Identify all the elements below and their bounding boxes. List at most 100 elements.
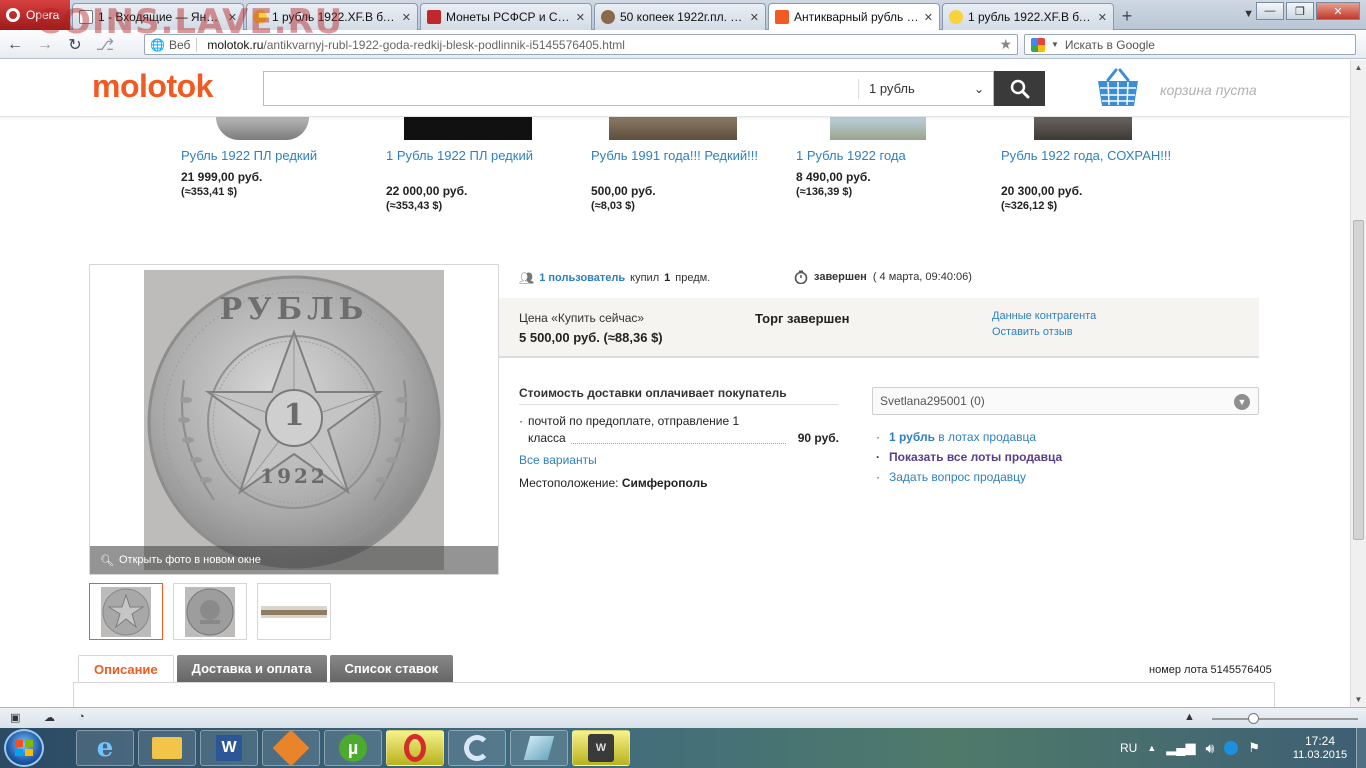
tray-expand-icon[interactable]: ▲ <box>1147 743 1156 753</box>
taskbar-clock[interactable]: 17:24 11.03.2015 <box>1290 734 1350 762</box>
related-item-image[interactable] <box>830 117 926 140</box>
tab-delivery-payment[interactable]: Доставка и оплата <box>176 655 327 682</box>
minimize-icon[interactable]: — <box>1256 2 1284 20</box>
chevron-down-icon[interactable]: ▼ <box>1234 394 1250 410</box>
browser-nav-bar: ← → ↻ ⎇ 🌐 Веб molotok.ru/antikvarnyj-rub… <box>0 31 1366 59</box>
maximize-icon[interactable]: ❐ <box>1286 2 1314 20</box>
panel-toggle-icon[interactable]: ▣ <box>10 711 24 725</box>
start-button[interactable] <box>4 729 44 767</box>
related-item-title[interactable]: 1 Рубль 1922 года <box>796 149 981 163</box>
search-engine-chevron-icon[interactable]: ▼ <box>1051 40 1059 49</box>
coin-photo[interactable]: РУБЛЬ 1 1922 <box>144 270 444 570</box>
smiley-icon <box>253 10 267 24</box>
search-category-select[interactable]: 1 рубль ⌄ <box>858 79 992 99</box>
power-icon[interactable] <box>1224 741 1239 755</box>
show-desktop-button[interactable] <box>1356 728 1366 768</box>
show-all-seller-lots-link[interactable]: Показать все лоты продавца <box>876 447 1062 467</box>
tab-list-chevron-icon[interactable]: ▼ <box>1243 8 1254 20</box>
close-tab-icon[interactable]: ✕ <box>1098 11 1107 24</box>
opera-menu-button[interactable]: Opera <box>0 0 70 30</box>
new-tab-button[interactable]: + <box>1116 3 1138 30</box>
action-center-icon[interactable]: ⚑ <box>1248 740 1260 756</box>
related-item-title[interactable]: Рубль 1922 года, СОХРАН!!! <box>1001 149 1186 163</box>
opera-icon <box>404 734 426 762</box>
taskbar-world-of-tanks[interactable]: W <box>572 730 630 766</box>
volume-icon[interactable]: 🔊︎ <box>1205 740 1214 757</box>
scrollbar-thumb[interactable] <box>1353 220 1364 540</box>
site-search-input[interactable]: 1 рубль ⌄ <box>263 71 994 106</box>
zoom-up-icon[interactable]: ▲ <box>1184 711 1198 725</box>
auction-status: завершен ( 4 марта, 09:40:06) <box>794 270 972 284</box>
window-close-icon[interactable]: ✕ <box>1316 2 1360 20</box>
back-icon[interactable]: ← <box>0 33 30 57</box>
close-tab-icon[interactable]: ✕ <box>576 11 585 24</box>
buyers-unit: предм. <box>675 272 711 284</box>
taskbar-explorer[interactable] <box>138 730 196 766</box>
key-icon[interactable]: ⎇ <box>90 33 120 57</box>
related-item-title[interactable]: 1 Рубль 1922 ПЛ редкий <box>386 149 571 163</box>
tab-description[interactable]: Описание <box>78 655 174 682</box>
taskbar-app-eye[interactable] <box>262 729 320 767</box>
basket-icon[interactable] <box>1096 68 1140 108</box>
browser-tab-4[interactable]: Антикварный рубль 1... ✕ <box>768 3 940 30</box>
open-photo-new-window[interactable]: 🔍︎ Открыть фото в новом окне <box>90 546 498 574</box>
scroll-up-icon[interactable]: ▲ <box>1351 60 1366 75</box>
thumbnail-3[interactable] <box>257 583 331 640</box>
main-photo[interactable]: РУБЛЬ 1 1922 🔍︎ Открыть фото в новом окн… <box>89 264 499 575</box>
related-item-image[interactable] <box>404 117 532 140</box>
related-item-image[interactable] <box>216 117 309 140</box>
site-search-button[interactable] <box>994 71 1045 106</box>
thumbnail-1[interactable] <box>89 583 163 640</box>
related-item-title[interactable]: Рубль 1922 ПЛ редкий <box>181 149 366 163</box>
zoom-slider[interactable] <box>1212 713 1358 724</box>
language-indicator[interactable]: RU <box>1120 741 1137 755</box>
browser-tab-1[interactable]: 1 рубль 1922.XF.В бле... ✕ <box>246 3 418 30</box>
related-item-title[interactable]: Рубль 1991 года!!! Редкий!!! <box>591 149 776 163</box>
taskbar-word[interactable]: W <box>200 730 258 766</box>
all-shipping-variants-link[interactable]: Все варианты <box>519 453 839 467</box>
close-tab-icon[interactable]: ✕ <box>228 11 237 24</box>
speed-dial-icon[interactable]: ◔ <box>78 711 92 725</box>
related-item-image[interactable] <box>1034 117 1132 140</box>
coin-denomination-text: РУБЛЬ <box>219 292 369 327</box>
tab-title: 1 рубль 1922.XF.В бле... <box>968 10 1093 24</box>
browser-tab-5[interactable]: 1 рубль 1922.XF.В бле... ✕ <box>942 3 1114 30</box>
related-item-usd: (≈136,39 $) <box>796 186 853 198</box>
reload-icon[interactable]: ↻ <box>60 33 90 57</box>
bookmark-star-icon[interactable]: ★ <box>999 36 1012 53</box>
buyers-count-link[interactable]: 1 пользователь <box>539 272 625 284</box>
forward-icon[interactable]: → <box>30 33 60 57</box>
browser-tab-0[interactable]: 1 - Входящие — Яндекс... ✕ <box>72 3 244 30</box>
shipping-method: почтой по предоплате, отправление 1 клас… <box>528 414 740 445</box>
zoom-slider-knob[interactable] <box>1248 713 1259 724</box>
google-search-field[interactable]: ▼ Искать в Google <box>1024 34 1356 55</box>
cloud-icon[interactable]: ☁ <box>44 711 58 725</box>
thumbnail-2[interactable] <box>173 583 247 640</box>
tab-bid-list[interactable]: Список ставок <box>329 655 454 682</box>
ask-seller-link[interactable]: Задать вопрос продавцу <box>876 467 1062 487</box>
network-signal-icon[interactable]: ▂▄▆ <box>1166 740 1195 756</box>
leave-feedback-link[interactable]: Оставить отзыв <box>992 326 1073 338</box>
related-item-image[interactable] <box>609 117 737 140</box>
taskbar-opera[interactable] <box>386 730 444 766</box>
browser-tab-3[interactable]: 50 копеек 1922г.пл. / ... ✕ <box>594 3 766 30</box>
taskbar-utorrent[interactable]: µ <box>324 730 382 766</box>
close-tab-icon[interactable]: ✕ <box>750 11 759 24</box>
address-bar[interactable]: 🌐 Веб molotok.ru/antikvarnyj-rubl-1922-g… <box>144 34 1018 55</box>
eye-app-icon <box>272 729 310 767</box>
seller-lots-search-link[interactable]: 1 рубль в лотах продавца <box>876 427 1062 447</box>
shipping-cost: 90 руб. <box>797 431 839 445</box>
taskbar-app-glass[interactable] <box>510 730 568 766</box>
close-tab-icon[interactable]: ✕ <box>402 11 411 24</box>
close-tab-icon[interactable]: ✕ <box>924 11 933 24</box>
scroll-down-icon[interactable]: ▼ <box>1351 692 1366 707</box>
seller-dropdown[interactable]: Svetlana295001 (0) ▼ <box>872 387 1259 415</box>
counterparty-data-link[interactable]: Данные контрагента <box>992 310 1096 322</box>
page-scrollbar[interactable]: ▲ ▼ <box>1350 60 1366 707</box>
browser-tab-2[interactable]: Монеты РСФСР и СС... ✕ <box>420 3 592 30</box>
site-logo[interactable]: molotok <box>92 68 213 105</box>
cart-status[interactable]: корзина пуста <box>1160 82 1257 98</box>
taskbar-ie[interactable]: e <box>76 730 134 766</box>
taskbar-app-c[interactable] <box>448 730 506 766</box>
window-controls: — ❐ ✕ <box>1256 2 1360 20</box>
